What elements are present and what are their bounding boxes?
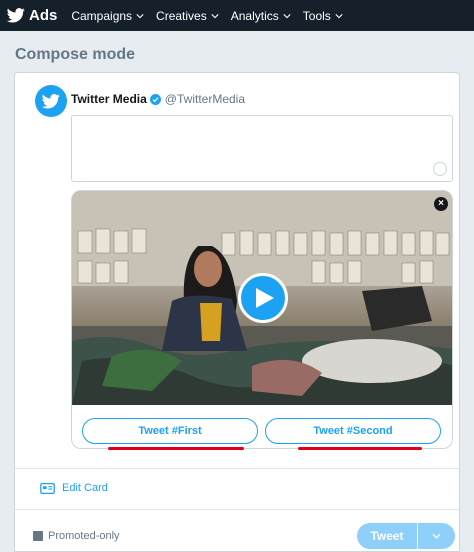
play-button[interactable] xyxy=(238,273,288,323)
tweet-first-label: Tweet #First xyxy=(138,425,202,437)
nav-analytics-label: Analytics xyxy=(230,8,279,23)
nav-creatives[interactable]: Creatives xyxy=(156,9,219,23)
divider xyxy=(15,509,459,510)
tweet-button-label: Tweet xyxy=(370,529,404,543)
nav-tools[interactable]: Tools xyxy=(303,9,343,23)
annotation-underline-first xyxy=(108,447,244,450)
page-title: Compose mode xyxy=(15,46,136,63)
chevron-down-icon xyxy=(335,13,343,18)
tweet-second-label: Tweet #Second xyxy=(313,425,393,437)
account-name: Twitter Media xyxy=(71,92,147,106)
nav-campaigns[interactable]: Campaigns xyxy=(71,9,144,23)
nav-analytics[interactable]: Analytics xyxy=(231,9,291,23)
chevron-down-icon xyxy=(432,533,441,539)
edit-card-link[interactable]: Edit Card xyxy=(40,482,108,494)
nav-creatives-label: Creatives xyxy=(156,8,207,23)
close-icon[interactable]: × xyxy=(434,197,448,211)
tweet-button[interactable]: Tweet xyxy=(357,523,417,549)
chevron-down-icon xyxy=(283,13,291,18)
nav-tools-label: Tools xyxy=(302,8,331,23)
account-handle: @TwitterMedia xyxy=(164,92,245,106)
tweet-second-button[interactable]: Tweet #Second xyxy=(265,418,441,444)
promoted-only-label: Promoted-only xyxy=(48,530,120,542)
video-thumbnail[interactable]: × xyxy=(72,191,452,405)
conversational-video-card: × Tweet #First Tweet #Second xyxy=(71,190,453,449)
top-navigation-bar: Ads Campaigns Creatives Analytics Tools xyxy=(0,0,474,31)
twitter-bird-icon xyxy=(7,8,25,23)
tweet-text-input[interactable] xyxy=(71,115,453,182)
tweet-options-dropdown[interactable] xyxy=(418,523,455,549)
account-avatar xyxy=(35,85,67,117)
character-counter-icon xyxy=(433,162,447,176)
twitter-bird-icon xyxy=(42,93,60,109)
brand-label: Ads xyxy=(29,7,58,24)
tweet-first-button[interactable]: Tweet #First xyxy=(82,418,258,444)
chevron-down-icon xyxy=(211,13,219,18)
annotation-underline-second xyxy=(298,447,422,450)
compose-panel: Twitter Media @TwitterMedia × Tweet #Fir… xyxy=(14,72,460,552)
edit-card-label: Edit Card xyxy=(62,482,108,494)
nav-campaigns-label: Campaigns xyxy=(71,8,133,23)
card-icon xyxy=(40,482,55,494)
play-icon xyxy=(255,288,274,308)
verified-badge-icon xyxy=(149,93,161,105)
twitter-ads-logo[interactable]: Ads xyxy=(7,7,57,24)
chevron-down-icon xyxy=(136,13,144,18)
account-info: Twitter Media @TwitterMedia xyxy=(71,92,245,106)
promoted-checkbox-icon[interactable] xyxy=(33,531,43,541)
promoted-only-option[interactable]: Promoted-only xyxy=(33,530,120,542)
divider xyxy=(15,468,459,469)
